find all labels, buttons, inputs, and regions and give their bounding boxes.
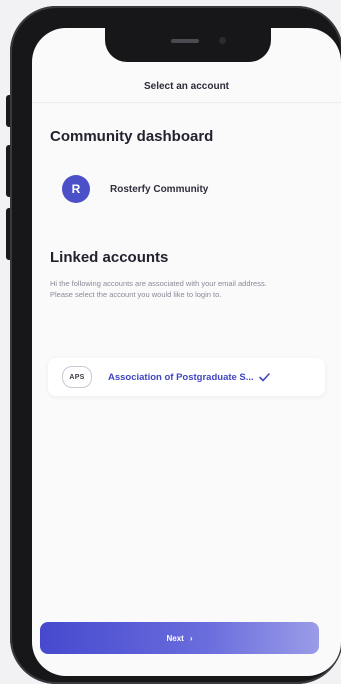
phone-body: Select an account Community dashboard R … <box>10 6 341 684</box>
notch <box>105 28 271 62</box>
device-frame: Select an account Community dashboard R … <box>0 0 341 684</box>
next-button-label: Next <box>166 633 184 643</box>
chevron-right-icon: › <box>189 633 193 643</box>
checkmark-icon <box>258 372 270 382</box>
camera-icon <box>219 37 226 44</box>
linked-accounts-heading: Linked accounts <box>50 249 169 266</box>
app-screen: Select an account Community dashboard R … <box>32 28 341 676</box>
header-divider <box>32 102 341 103</box>
community-name: Rosterfy Community <box>110 183 209 195</box>
linked-accounts-description: Hi the following accounts are associated… <box>50 279 267 299</box>
next-button[interactable]: Next › <box>40 622 319 654</box>
account-logo-icon: APS <box>62 366 92 388</box>
account-name: Association of Postgraduate S... <box>108 371 254 383</box>
speaker-grille <box>171 39 199 43</box>
page-title: Select an account <box>143 81 230 92</box>
account-item[interactable]: APS Association of Postgraduate S... <box>48 358 325 396</box>
community-logo-icon: R <box>62 175 90 203</box>
community-dashboard-heading: Community dashboard <box>50 128 214 145</box>
community-item[interactable]: R Rosterfy Community <box>62 173 322 205</box>
